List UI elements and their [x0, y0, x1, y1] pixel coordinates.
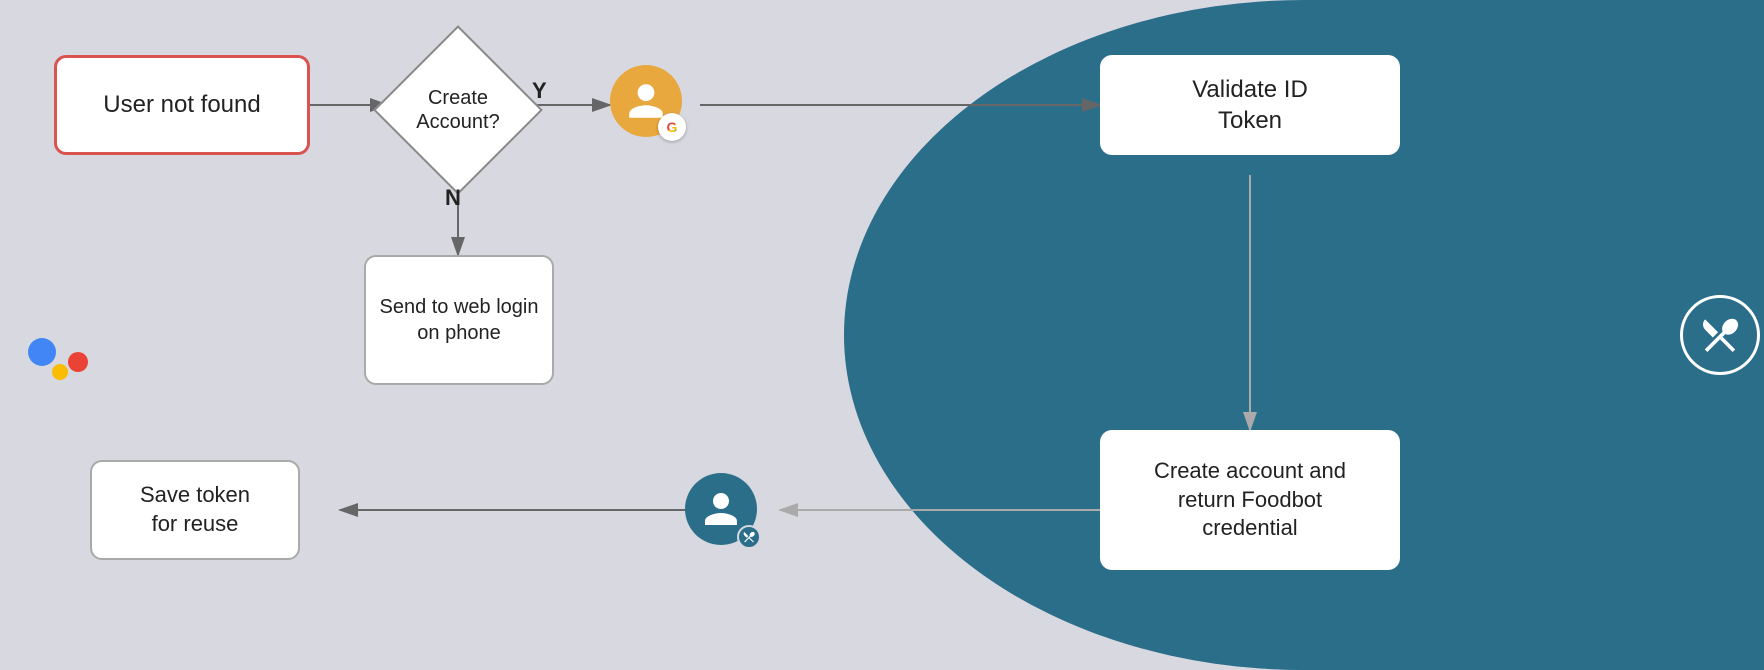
create-account-return-box: Create account and return Foodbot creden…	[1100, 430, 1400, 570]
google-badge: G	[658, 113, 686, 141]
save-token-box: Save token for reuse	[90, 460, 300, 560]
send-web-login-box: Send to web login on phone	[364, 255, 554, 385]
fork-knife-large-icon	[1680, 295, 1760, 375]
person-foodbot-icon	[685, 473, 757, 545]
yes-label: Y	[532, 78, 547, 104]
diagram-container: User not found Create Account? Y N G Sen…	[0, 0, 1764, 670]
no-label: N	[445, 185, 461, 211]
validate-id-token-box: Validate ID Token	[1100, 55, 1400, 155]
diamond-label: Create Account?	[416, 86, 499, 134]
person-google-icon: G	[610, 65, 682, 137]
google-assistant-icon	[20, 310, 100, 390]
create-account-diamond: Create Account?	[388, 40, 528, 180]
fork-knife-small-badge	[737, 525, 761, 549]
user-not-found-box: User not found	[54, 55, 310, 155]
